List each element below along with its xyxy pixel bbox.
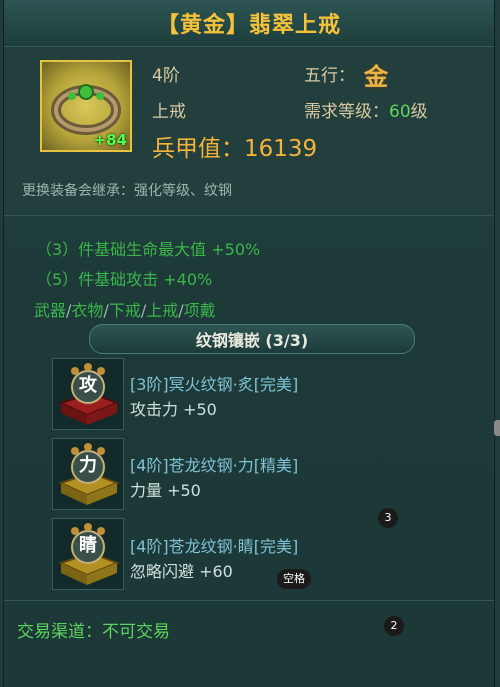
set-slot-list: 武器/衣物/下戒/上戒/项戴 xyxy=(34,297,216,321)
item-summary: +84 4阶 上戒 五行： 金 需求等级：60级 兵甲值：16139 更换装备会… xyxy=(4,47,494,215)
item-rank: 4阶 xyxy=(152,66,180,86)
armor-label: 兵甲值： xyxy=(152,136,244,162)
item-type: 上戒 xyxy=(152,102,186,122)
divider xyxy=(4,600,494,601)
armor-number: 16139 xyxy=(244,136,318,162)
gem-3-name: [4阶]苍龙纹钢·睛[完美] xyxy=(130,537,299,556)
divider xyxy=(4,215,494,216)
slot-weapon: 武器 xyxy=(34,301,67,320)
item-title: 【黄金】翡翠上戒 xyxy=(156,13,341,38)
trade-channel: 交易渠道：不可交易 xyxy=(17,622,170,642)
gem-2-stat: 力量 +50 xyxy=(130,481,201,500)
slot-clothes: 衣物 xyxy=(71,301,104,320)
set-bonus-5: （5）件基础攻击 +40% xyxy=(36,270,213,289)
gem-1-name: [3阶]冥火纹钢·炙[完美] xyxy=(130,375,299,394)
gem-inlay-header: 纹钢镶嵌 (3/3) xyxy=(89,324,415,354)
gem-slot-3[interactable]: 睛 xyxy=(52,518,124,590)
wuxing-label: 五行： xyxy=(304,66,355,86)
space-key-badge[interactable]: 空格 xyxy=(277,569,311,589)
slot-lower-ring: 下戒 xyxy=(108,301,141,320)
set-bonus-3: （3）件基础生命最大值 +50% xyxy=(36,240,261,259)
badge-2[interactable]: 2 xyxy=(384,616,404,636)
gem-slot-2[interactable]: 力 xyxy=(52,438,124,510)
slot-upper-ring: 上戒 xyxy=(146,301,179,320)
gem-3-stat: 忽略闪避 +60 xyxy=(130,562,233,581)
badge-3[interactable]: 3 xyxy=(378,508,398,528)
gem-1-glyph: 攻 xyxy=(79,375,97,396)
req-level-value: 60 xyxy=(389,102,411,122)
required-level: 需求等级：60级 xyxy=(304,97,428,122)
gem-1-stat: 攻击力 +50 xyxy=(130,400,217,419)
enhance-level: +84 xyxy=(93,131,127,149)
gem-inlay-title: 纹钢镶嵌 (3/3) xyxy=(195,331,309,350)
req-label: 需求等级： xyxy=(304,102,389,122)
wuxing-value: 金 xyxy=(364,63,388,91)
inherit-note: 更换装备会继承：强化等级、纹钢 xyxy=(22,183,232,199)
wuxing-metal-icon: 金 xyxy=(364,57,394,91)
req-suffix: 级 xyxy=(410,102,428,122)
armor-value: 兵甲值：16139 xyxy=(152,129,317,163)
scroll-handle[interactable] xyxy=(494,420,500,436)
item-tooltip-panel: 【黄金】翡翠上戒 +84 4阶 上戒 五行： 金 需求等级：60级 兵甲值：16… xyxy=(3,0,495,687)
gem-2-glyph: 力 xyxy=(79,455,97,476)
slot-necklace: 项戴 xyxy=(183,301,216,320)
gem-slot-1[interactable]: 攻 xyxy=(52,358,124,430)
gem-2-name: [4阶]苍龙纹钢·力[精美] xyxy=(130,456,299,475)
ring-item-icon[interactable]: +84 xyxy=(40,60,132,152)
title-bar: 【黄金】翡翠上戒 xyxy=(4,0,494,47)
gem-3-glyph: 睛 xyxy=(79,535,97,556)
